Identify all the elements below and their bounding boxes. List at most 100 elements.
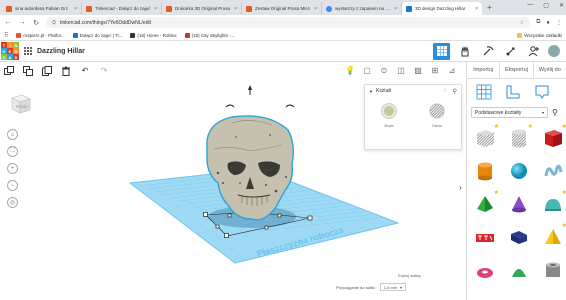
zoom-in-icon[interactable]: + (7, 163, 18, 174)
new-shape-icon[interactable] (3, 65, 15, 77)
hole-option[interactable]: Otwór (429, 103, 445, 128)
redo-icon[interactable]: ↷ (98, 65, 110, 77)
tinkercad-logo[interactable]: T I N K E R C A D (1, 42, 19, 60)
home-view-icon[interactable]: ⌂ (7, 129, 18, 140)
note-icon[interactable]: ▢ (362, 66, 372, 75)
shape-roof[interactable]: ★ (541, 190, 566, 216)
bookmark-item[interactable]: (18) City Skylights -... (184, 32, 234, 38)
menu-icon[interactable]: ⋮ (556, 19, 562, 26)
shape-tube[interactable] (541, 258, 565, 282)
shape-paraboloid[interactable] (507, 258, 531, 282)
workplane-tool-icon[interactable] (475, 84, 492, 101)
site-info-icon[interactable]: ⛭ (52, 20, 56, 26)
tab-favicon-icon (246, 5, 252, 12)
user-menu-button[interactable] (525, 43, 542, 60)
shape-torus[interactable] (473, 258, 497, 282)
solid-swatch-icon (381, 103, 397, 119)
shape-cylinder[interactable] (473, 159, 497, 183)
avatar[interactable] (548, 45, 560, 57)
shape-triangular-pyramid[interactable]: ★ (541, 223, 566, 249)
address-bar: ← → ↻ ⛭ tinkercad.com/things/7Ye6OddDwNL… (0, 15, 566, 30)
zoom-out-icon[interactable]: − (7, 180, 18, 191)
close-icon[interactable]: × (74, 6, 77, 12)
close-icon[interactable]: × (154, 6, 157, 12)
apps-icon[interactable]: ⠿ (4, 32, 8, 39)
design-menu-icon[interactable] (23, 47, 32, 56)
align-icon[interactable]: ⊙ (379, 66, 389, 75)
bookmark-item[interactable]: m3pierz.pl - Platfor... (16, 32, 65, 38)
logo-letter: D (13, 54, 19, 60)
snap-grid-select[interactable]: 1,0 mm ▾ (379, 283, 407, 291)
reload-icon[interactable]: ↻ (32, 19, 40, 27)
collapse-icon[interactable]: ▼ (369, 89, 373, 94)
close-icon[interactable]: × (475, 6, 478, 12)
profile-icon[interactable]: ● (546, 20, 550, 26)
design-title[interactable]: Dazzling Hillar (37, 48, 85, 55)
browser-tab[interactable]: Drukarka 3D Original Prusa × (162, 2, 242, 15)
workplane-viewport[interactable]: Płaszczyzna robocza PRZÓD ⌂ ⛶ + − ◎ ▼ Ks… (0, 79, 466, 300)
lock-icon[interactable]: ⚲ (453, 88, 457, 95)
shape-wedge[interactable] (507, 225, 531, 249)
perspective-icon[interactable]: ◎ (7, 197, 18, 208)
solid-option[interactable]: Bryła (381, 103, 397, 128)
extensions-icon[interactable]: ⧉ (536, 19, 540, 26)
mirror-icon[interactable]: ⊿ (447, 66, 457, 75)
paste-icon[interactable] (41, 65, 53, 77)
close-icon[interactable]: × (314, 6, 317, 12)
shape-cone[interactable] (507, 192, 531, 216)
close-icon[interactable]: × (394, 6, 397, 12)
import-button[interactable]: Importuj (467, 62, 501, 78)
browser-tab[interactable]: sina autordesa Fabian Grz × (2, 2, 82, 15)
ungroup-icon[interactable]: ▨ (413, 66, 423, 75)
shape-cylinder-hole[interactable]: ★ (507, 124, 533, 150)
user-add-icon (528, 46, 539, 57)
shape-text[interactable] (473, 225, 497, 249)
browser-tab-active[interactable]: 3D design Dazzling Hillar × (402, 2, 482, 15)
inspector-header[interactable]: ▼ Kształt ◌ ⚲ (365, 85, 461, 97)
undo-icon[interactable]: ↶ (79, 65, 91, 77)
chevron-down-icon: ▾ (541, 110, 544, 115)
library-dropdown[interactable]: Podstawowe kształty ▾ (471, 107, 548, 118)
shape-scribble[interactable] (541, 159, 565, 183)
lightbulb-icon[interactable]: ◌ (443, 88, 447, 95)
bookmark-item[interactable]: Dołącz do zajęć | Ti... (72, 32, 122, 38)
panel-collapse-icon[interactable]: › (459, 183, 462, 192)
bookmark-star-icon[interactable]: ☆ (520, 20, 524, 26)
fit-view-icon[interactable]: ⛶ (7, 146, 18, 157)
bookmark-item[interactable]: (18) Home - Roblox (130, 32, 177, 38)
shape-box-hole[interactable]: ★ (473, 124, 499, 150)
3d-view-button[interactable] (433, 42, 450, 60)
send-to-button[interactable]: Wyślij do (534, 62, 566, 78)
forward-icon[interactable]: → (18, 19, 26, 26)
minimize-icon[interactable]: — (527, 2, 533, 9)
search-icon[interactable]: ⚲ (552, 108, 562, 117)
back-icon[interactable]: ← (4, 19, 12, 26)
header-actions (433, 42, 560, 60)
new-tab-button[interactable]: + (482, 2, 497, 15)
simulation-button[interactable] (502, 43, 519, 60)
maximize-icon[interactable]: ▢ (543, 2, 549, 9)
ruler-icon[interactable] (504, 84, 521, 101)
shape-box[interactable]: ★ (541, 124, 566, 150)
url-input[interactable]: ⛭ tinkercad.com/things/7Ye6OddDwNL/edit … (46, 17, 531, 28)
grid-view-icon (436, 46, 447, 56)
align-objects-icon[interactable]: ⊞ (430, 66, 440, 75)
view-cube[interactable]: PRZÓD (9, 91, 33, 115)
browser-tab[interactable]: Tinkercad - Dołącz do zajęć × (82, 2, 162, 15)
edit-grid-link[interactable]: Edytuj siatkę (398, 273, 421, 278)
close-window-icon[interactable]: ✕ (559, 2, 564, 9)
browser-tab[interactable]: wystarczy z zapasem na p... × (322, 2, 402, 15)
shape-pyramid[interactable]: ★ (473, 190, 499, 216)
blocks-button[interactable] (456, 43, 473, 60)
notes-icon[interactable] (533, 84, 550, 101)
copy-icon[interactable] (22, 65, 34, 77)
browser-tab[interactable]: Zestaw Original Prusa MK4 × (242, 2, 322, 15)
delete-icon[interactable] (60, 65, 72, 77)
bricks-button[interactable] (479, 43, 496, 60)
close-icon[interactable]: × (234, 6, 237, 12)
export-button[interactable]: Eksportuj (500, 62, 534, 78)
group-icon[interactable]: ◫ (396, 66, 406, 75)
shape-sphere[interactable] (507, 159, 531, 183)
light-bulb-icon[interactable]: 💡 (345, 66, 355, 75)
all-bookmarks[interactable]: Wszystkie zakładki (517, 32, 562, 38)
